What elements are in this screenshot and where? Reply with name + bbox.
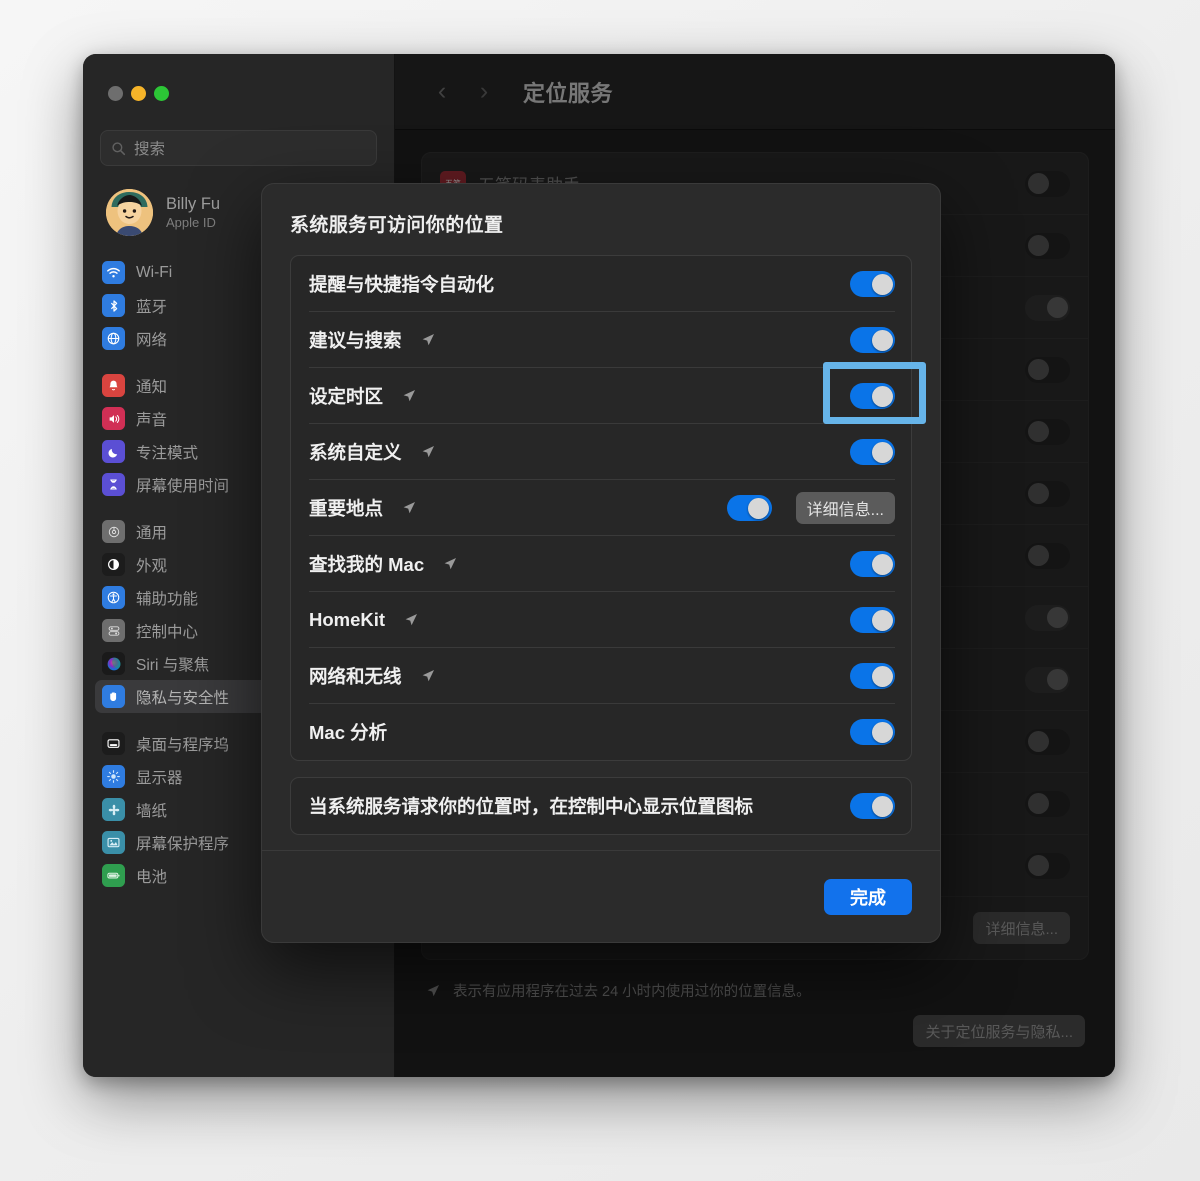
service-row-suggestions-search[interactable]: 建议与搜索	[291, 312, 911, 368]
control-center-icon	[102, 619, 125, 642]
hand-icon	[102, 685, 125, 708]
sidebar-item-label: 蓝牙	[136, 298, 168, 316]
service-label: 重要地点	[309, 498, 384, 519]
screensaver-icon	[102, 831, 125, 854]
sidebar-item-label: 专注模式	[136, 444, 199, 462]
battery-icon	[102, 864, 125, 887]
service-row-networking-wireless[interactable]: 网络和无线	[291, 648, 911, 704]
desktop-dock-icon	[102, 732, 125, 755]
service-toggle[interactable]	[850, 327, 895, 353]
speaker-icon	[102, 407, 125, 430]
system-services-dialog: 系统服务可访问你的位置 提醒与快捷指令自动化 建议与搜索 设定时区 系统自定义 …	[261, 183, 941, 943]
service-row-find-my-mac[interactable]: 查找我的 Mac	[291, 536, 911, 592]
close-window-button[interactable]	[108, 86, 123, 101]
appearance-icon	[102, 553, 125, 576]
service-toggle[interactable]	[850, 719, 895, 745]
sidebar-item-label: 网络	[136, 331, 168, 349]
sidebar-item-label: 外观	[136, 557, 168, 575]
sidebar-item-label: 显示器	[136, 769, 183, 787]
bluetooth-icon	[102, 294, 125, 317]
service-label: 提醒与快捷指令自动化	[309, 274, 495, 295]
service-toggle-set-time-zone[interactable]	[850, 383, 895, 409]
account-subtitle: Apple ID	[166, 215, 216, 231]
wifi-icon	[102, 261, 125, 284]
sidebar-item-label: 通知	[136, 378, 168, 396]
account-name: Billy Fu	[166, 194, 221, 213]
service-toggle[interactable]	[850, 607, 895, 633]
service-toggle[interactable]	[850, 271, 895, 297]
sidebar-item-label: 通用	[136, 524, 168, 542]
service-row-system-customization[interactable]: 系统自定义	[291, 424, 911, 480]
service-label: 网络和无线	[309, 666, 402, 687]
system-services-list: 提醒与快捷指令自动化 建议与搜索 设定时区 系统自定义 重要地点 详细信息...…	[290, 255, 912, 761]
gear-icon	[102, 520, 125, 543]
service-row-set-time-zone[interactable]: 设定时区	[291, 368, 911, 424]
hourglass-icon	[102, 473, 125, 496]
service-row-significant-locations[interactable]: 重要地点 详细信息...	[291, 480, 911, 536]
sidebar-item-label: Siri 与聚焦	[136, 656, 210, 674]
location-arrow-icon	[420, 444, 436, 460]
service-row-mac-analytics[interactable]: Mac 分析	[291, 704, 911, 760]
sidebar-item-label: Wi-Fi	[136, 263, 173, 281]
wallpaper-icon	[102, 798, 125, 821]
location-arrow-icon	[442, 556, 458, 572]
sidebar-item-label: 隐私与安全性	[136, 689, 230, 707]
dialog-title: 系统服务可访问你的位置	[290, 215, 504, 236]
moon-icon	[102, 440, 125, 463]
control-center-indicator-label: 当系统服务请求你的位置时，在控制中心显示位置图标	[309, 796, 754, 817]
service-toggle[interactable]	[850, 551, 895, 577]
control-center-indicator-card: 当系统服务请求你的位置时，在控制中心显示位置图标	[290, 777, 912, 835]
avatar	[106, 189, 153, 236]
sidebar-item-label: 辅助功能	[136, 590, 199, 608]
significant-locations-details-button[interactable]: 详细信息...	[795, 492, 895, 524]
sidebar-item-label: 屏幕使用时间	[136, 477, 230, 495]
service-toggle[interactable]	[850, 439, 895, 465]
sidebar-item-label: 屏幕保护程序	[136, 835, 230, 853]
dialog-footer: 完成	[262, 850, 940, 942]
service-toggle[interactable]	[726, 495, 772, 521]
sidebar-item-label: 桌面与程序坞	[136, 736, 230, 754]
siri-icon	[102, 652, 125, 675]
control-center-indicator-row[interactable]: 当系统服务请求你的位置时，在控制中心显示位置图标	[291, 778, 911, 834]
location-arrow-icon	[401, 500, 417, 516]
location-arrow-icon	[420, 332, 436, 348]
service-label: 查找我的 Mac	[309, 554, 425, 575]
service-row-homekit[interactable]: HomeKit	[291, 592, 911, 648]
service-label: 设定时区	[309, 386, 384, 407]
minimize-window-button[interactable]	[131, 86, 146, 101]
window-traffic-lights	[83, 54, 394, 116]
sidebar-item-label: 控制中心	[136, 623, 199, 641]
maximize-window-button[interactable]	[154, 86, 169, 101]
search-field[interactable]: 搜索	[100, 130, 377, 166]
location-arrow-icon	[401, 388, 417, 404]
service-label: HomeKit	[309, 609, 386, 630]
location-arrow-icon	[420, 668, 436, 684]
service-label: 建议与搜索	[309, 330, 402, 351]
service-label: 系统自定义	[309, 442, 402, 463]
dialog-body: 系统服务可访问你的位置 提醒与快捷指令自动化 建议与搜索 设定时区 系统自定义 …	[262, 184, 940, 850]
globe-icon	[102, 327, 125, 350]
screen: 搜索 Billy Fu Apple ID Wi-Fi 蓝牙 网络 通知 声音 专…	[0, 0, 1200, 1181]
display-icon	[102, 765, 125, 788]
sidebar-item-label: 电池	[136, 868, 168, 886]
bell-icon	[102, 374, 125, 397]
sidebar-item-label: 墙纸	[136, 802, 168, 820]
done-button[interactable]: 完成	[824, 878, 912, 915]
location-arrow-icon	[403, 612, 419, 628]
accessibility-icon	[102, 586, 125, 609]
service-label: Mac 分析	[309, 722, 388, 743]
control-center-indicator-toggle[interactable]	[850, 793, 895, 819]
search-input-placeholder[interactable]: 搜索	[134, 137, 165, 159]
search-icon	[111, 141, 126, 156]
service-toggle[interactable]	[850, 663, 895, 689]
sidebar-item-label: 声音	[136, 411, 168, 429]
service-row-reminders-shortcuts[interactable]: 提醒与快捷指令自动化	[291, 256, 911, 312]
